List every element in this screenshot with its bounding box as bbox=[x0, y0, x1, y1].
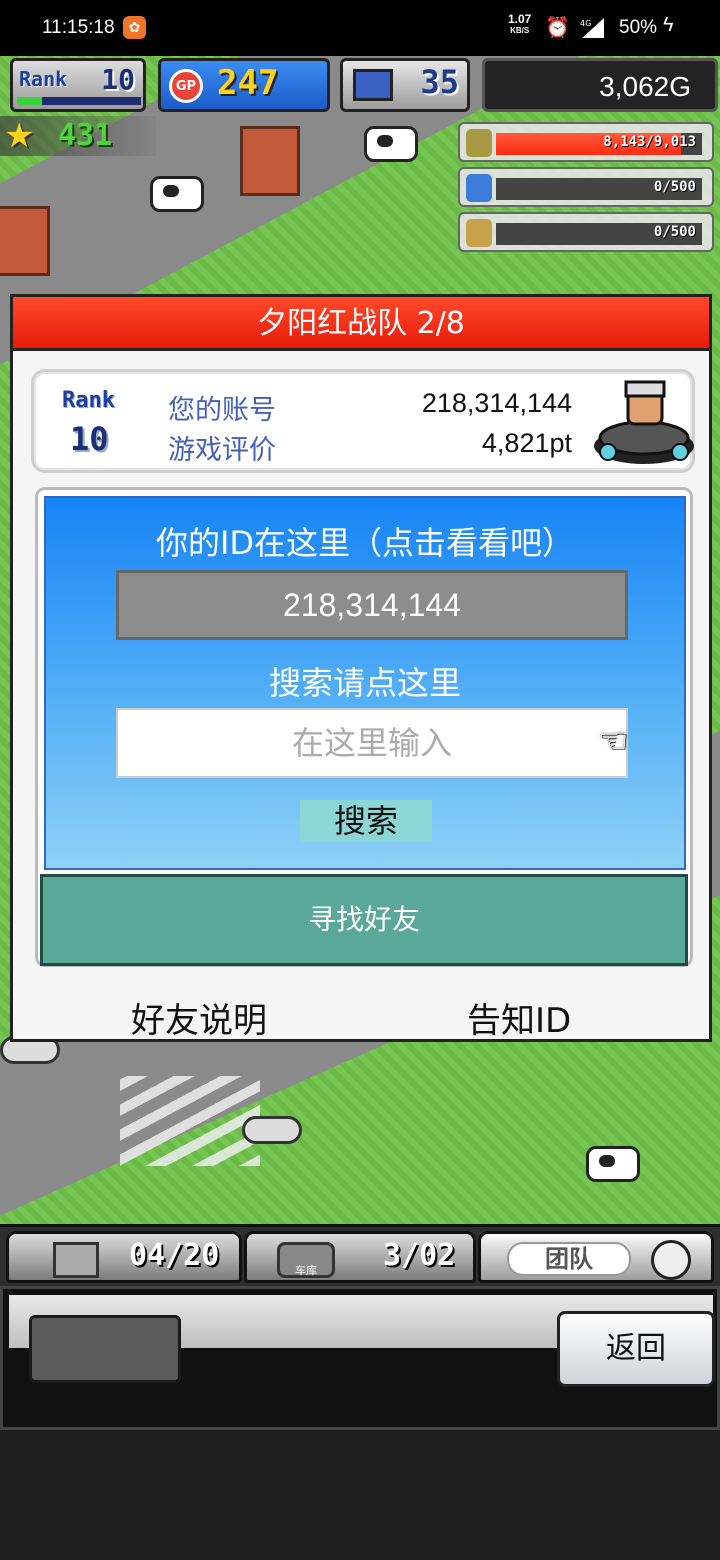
search-heading: 搜索请点这里 bbox=[268, 664, 461, 702]
gold-value: 3,062G bbox=[599, 71, 691, 102]
cow-sprite[interactable] bbox=[364, 126, 418, 162]
bottom-tab-bar: 04/20 车库 3/02 团队 bbox=[0, 1224, 720, 1286]
items-count: 04/20 bbox=[129, 1238, 220, 1273]
star-display[interactable]: ★ 431 bbox=[0, 116, 156, 156]
garage-label: 车库 bbox=[295, 1264, 317, 1277]
kart-sprite[interactable] bbox=[242, 1116, 302, 1144]
status-bar: 11:15:18 ✿ 1.07 KB/S ⏰ 4G 50% ϟ bbox=[0, 0, 720, 56]
signal-icon: 4G bbox=[580, 18, 604, 38]
garage-count: 3/02 bbox=[383, 1238, 456, 1273]
friends-dialog: 夕阳红战队 2/8 Rank 10 您的账号 218,314,144 游戏评价 … bbox=[10, 294, 712, 1042]
clock: 11:15:18 bbox=[42, 17, 115, 38]
rank-progress-bar bbox=[17, 97, 141, 105]
rank-progress-fill bbox=[17, 97, 42, 105]
search-input-container[interactable] bbox=[116, 708, 628, 778]
star-value: 431 bbox=[58, 118, 113, 153]
bottom-menu: 返回 bbox=[0, 1286, 720, 1430]
resource-fuel[interactable]: 0/500 bbox=[458, 167, 714, 207]
wheat-icon bbox=[466, 219, 492, 247]
menu-panel: 返回 bbox=[9, 1295, 715, 1427]
back-button[interactable]: 返回 bbox=[557, 1311, 715, 1387]
pc-value: 35 bbox=[420, 63, 459, 101]
cow-sprite[interactable] bbox=[150, 176, 204, 212]
network-speed: 1.07 KB/S bbox=[508, 12, 532, 36]
rank-value: 10 bbox=[101, 63, 135, 96]
fuel-bottle-icon bbox=[466, 174, 492, 202]
resource-text: 0/500 bbox=[653, 179, 696, 195]
id-search-area: 你的ID在这里（点击看看吧） 218,314,144 搜索请点这里 ☜ 搜索 bbox=[44, 496, 686, 870]
app-notification-icon: ✿ bbox=[123, 16, 146, 39]
rank-value: 10 bbox=[70, 420, 109, 458]
crosswalk bbox=[120, 1076, 260, 1166]
alarm-icon: ⏰ bbox=[545, 17, 570, 39]
pointing-hand-icon: ☜ bbox=[598, 721, 629, 761]
search-button[interactable]: 搜索 bbox=[300, 800, 432, 842]
windmill-building[interactable] bbox=[0, 206, 50, 276]
account-label: 您的账号 bbox=[168, 395, 276, 426]
search-input[interactable] bbox=[118, 710, 626, 776]
blank-button[interactable] bbox=[29, 1315, 181, 1383]
rating-value: 4,821pt bbox=[481, 428, 572, 458]
battery-level: 50% bbox=[619, 17, 658, 38]
rank-label: Rank bbox=[62, 388, 115, 413]
account-card: Rank 10 您的账号 218,314,144 游戏评价 4,821pt bbox=[31, 369, 695, 473]
pc-display[interactable]: 35 bbox=[340, 58, 470, 112]
team-label: 团队 bbox=[507, 1242, 631, 1276]
share-id-link[interactable]: 告知ID bbox=[467, 993, 571, 1042]
crate-icon bbox=[53, 1242, 99, 1278]
network-speed-unit: KB/S bbox=[510, 26, 530, 35]
resource-bar: 8,143/9,013 bbox=[496, 133, 702, 155]
gp-icon: GP bbox=[169, 69, 203, 103]
tab-garage[interactable]: 车库 3/02 bbox=[244, 1231, 476, 1283]
gp-value: 247 bbox=[217, 63, 279, 103]
resource-wheat[interactable]: 0/500 bbox=[458, 212, 714, 252]
dialog-title: 夕阳红战队 2/8 bbox=[13, 297, 709, 351]
resource-text: 8,143/9,013 bbox=[603, 134, 696, 150]
player-id-box[interactable]: 218,314,144 bbox=[116, 570, 628, 640]
coin-stack-icon bbox=[466, 129, 492, 157]
find-friends-button[interactable]: 寻找好友 bbox=[40, 874, 688, 966]
person-icon bbox=[651, 1240, 691, 1280]
friend-help-link[interactable]: 好友说明 bbox=[131, 993, 267, 1042]
tab-items[interactable]: 04/20 bbox=[6, 1231, 242, 1283]
search-panel: 你的ID在这里（点击看看吧） 218,314,144 搜索请点这里 ☜ 搜索 寻… bbox=[35, 487, 693, 967]
resource-bar: 0/500 bbox=[496, 223, 702, 245]
computer-icon bbox=[353, 69, 393, 101]
resource-coins[interactable]: 8,143/9,013 bbox=[458, 122, 714, 162]
rank-display[interactable]: Rank 10 bbox=[10, 58, 146, 112]
gold-display[interactable]: 3,062G bbox=[482, 58, 718, 112]
player-kart-icon bbox=[594, 380, 694, 464]
account-value: 218,314,144 bbox=[421, 388, 572, 418]
network-speed-value: 1.07 bbox=[508, 12, 532, 26]
windmill-building[interactable] bbox=[240, 126, 300, 196]
id-heading: 你的ID在这里（点击看看吧） bbox=[155, 524, 575, 562]
resource-text: 0/500 bbox=[653, 224, 696, 240]
resource-bar: 0/500 bbox=[496, 178, 702, 200]
star-icon: ★ bbox=[4, 116, 35, 156]
network-type: 4G bbox=[580, 19, 591, 28]
gp-display[interactable]: GP 247 bbox=[158, 58, 330, 112]
rank-label: Rank bbox=[19, 67, 68, 91]
cow-sprite[interactable] bbox=[586, 1146, 640, 1182]
charging-icon: ϟ bbox=[663, 14, 674, 36]
garage-icon: 车库 bbox=[277, 1242, 335, 1278]
tab-team[interactable]: 团队 bbox=[478, 1231, 714, 1283]
rating-label: 游戏评价 bbox=[168, 435, 276, 466]
